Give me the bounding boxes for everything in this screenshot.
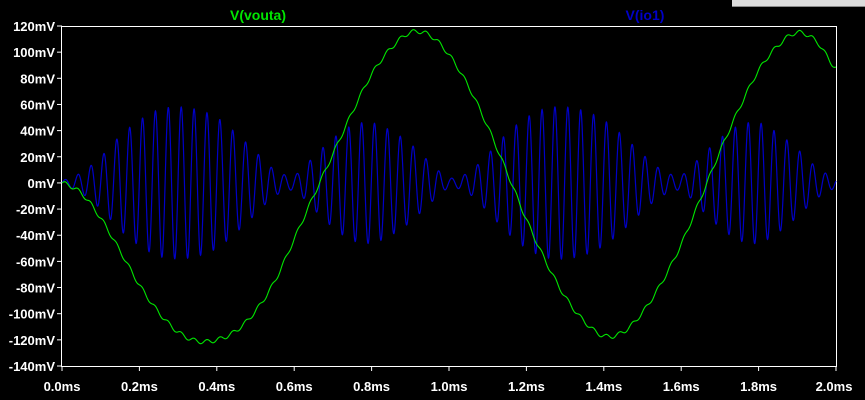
x-tick-label: 0.6ms (276, 379, 313, 394)
legend: V(vouta) V(io1) (230, 7, 664, 23)
x-tick-label: 1.0ms (431, 379, 468, 394)
x-tick-label: 1.4ms (585, 379, 622, 394)
x-tick-label: 1.6ms (663, 379, 700, 394)
y-tick-label: -140mV (9, 359, 56, 374)
y-tick-label: 100mV (13, 45, 55, 60)
x-tick-label: 0.4ms (198, 379, 235, 394)
x-tick-label: 2.0ms (816, 379, 853, 394)
y-tick-label: 40mV (20, 124, 55, 139)
y-axis: 120mV 100mV 80mV 60mV 40mV 20mV 0mV -20mV -40mV -… (9, 19, 62, 374)
y-tick-label: 80mV (20, 71, 55, 86)
x-tick-label: 1.8ms (740, 379, 777, 394)
legend-label-io1: V(io1) (626, 7, 665, 23)
x-tick-label: 1.2ms (508, 379, 545, 394)
waveform-plot: 120mV 100mV 80mV 60mV 40mV 20mV 0mV -20mV -40mV -… (9, 7, 853, 394)
y-tick-label: 0mV (28, 176, 56, 191)
series-layer (61, 29, 837, 345)
series-line-io1 (61, 105, 837, 260)
y-tick-label: -100mV (9, 307, 56, 322)
y-tick-label: -60mV (16, 254, 55, 269)
x-axis: 0.0ms 0.2ms 0.4ms 0.6ms 0.8ms 1.0ms 1.2ms 1.4ms… (44, 366, 853, 394)
y-tick-label: -120mV (9, 333, 56, 348)
y-tick-label: 60mV (20, 97, 55, 112)
x-tick-label: 0.2ms (121, 379, 158, 394)
x-tick-label: 0.8ms (353, 379, 390, 394)
y-tick-label: 20mV (20, 150, 55, 165)
y-tick-label: 120mV (13, 19, 55, 34)
y-tick-label: -40mV (16, 228, 55, 243)
y-tick-label: -80mV (16, 281, 55, 296)
x-tick-label: 0.0ms (44, 379, 81, 394)
legend-label-vouta: V(vouta) (230, 7, 286, 23)
y-tick-label: -20mV (16, 202, 55, 217)
